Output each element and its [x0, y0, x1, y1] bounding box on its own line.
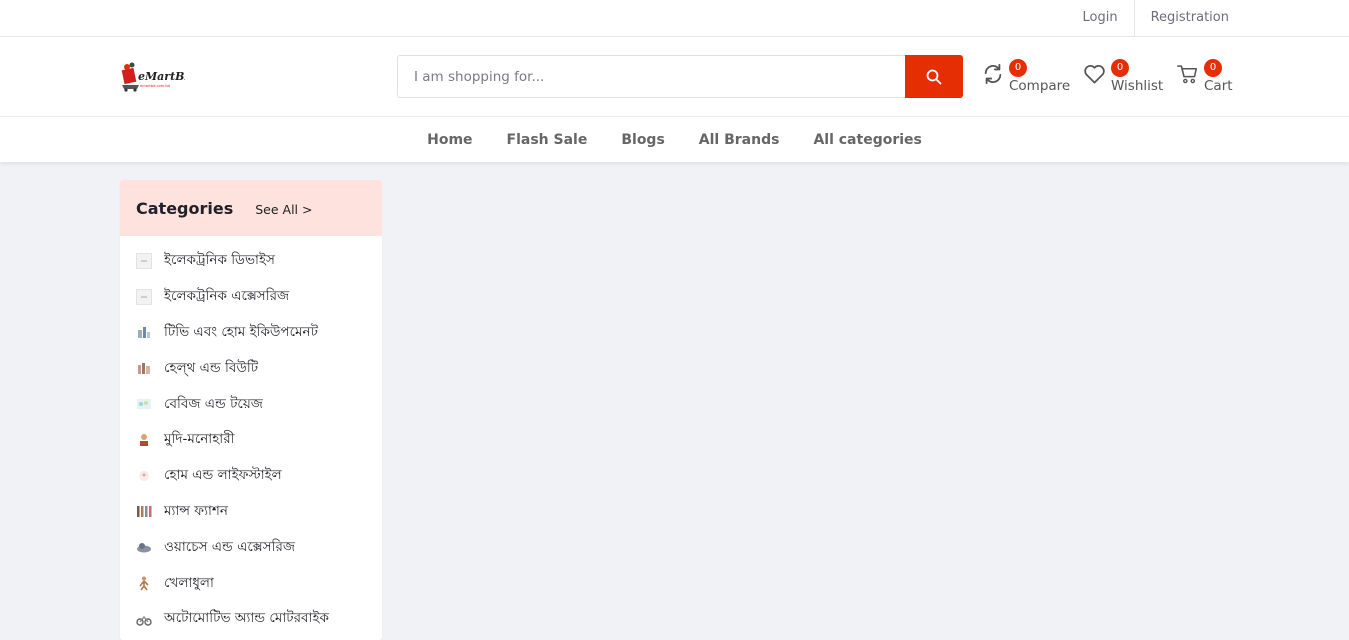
wishlist-button[interactable]: 0 Wishlist: [1083, 59, 1164, 99]
nav-item-all-categories[interactable]: All categories: [813, 132, 921, 148]
search-input[interactable]: [397, 55, 905, 98]
category-item[interactable]: হোম এন্ড লাইফস্টাইল: [120, 458, 382, 494]
categories-header: Categories See All >: [120, 180, 382, 236]
category-label: খেলাধুলা: [164, 574, 214, 591]
main-nav: Home Flash Sale Blogs All Brands All cat…: [0, 117, 1349, 162]
category-item[interactable]: ইলেকট্রনিক এক্সেসরিজ: [120, 279, 382, 315]
account-links: Login Registration: [1067, 0, 1229, 36]
registration-link[interactable]: Registration: [1135, 0, 1229, 36]
category-thumbnail: [137, 506, 152, 518]
category-label: ইলেকট্রনিক ডিভাইস: [164, 252, 275, 269]
category-item[interactable]: ওয়াচেস এন্ড এক্সেসরিজ: [120, 529, 382, 565]
refresh-icon: [984, 63, 1002, 85]
category-item[interactable]: টিভি এবং হোম ইকিউপমেনট: [120, 315, 382, 351]
cart-icon: [1177, 65, 1198, 84]
category-item[interactable]: খেলাধুলা: [120, 565, 382, 601]
search-bar: [397, 55, 963, 98]
top-bar: Login Registration: [0, 0, 1349, 37]
category-label: ম্যান্স ফ্যাশন: [164, 502, 228, 519]
category-label: মুদি-মনোহারী: [164, 431, 235, 448]
category-thumbnail: [137, 399, 151, 410]
category-thumbnail: [137, 543, 151, 553]
wishlist-label: Wishlist: [1111, 78, 1164, 94]
login-link[interactable]: Login: [1067, 0, 1135, 36]
category-thumbnail: [136, 252, 152, 269]
heart-icon: [1084, 65, 1105, 84]
category-thumbnail: [140, 433, 148, 446]
category-item[interactable]: হেল্থ এন্ড বিউটি: [120, 350, 382, 386]
nav-item-home[interactable]: Home: [427, 132, 472, 148]
compare-button[interactable]: 0 Compare: [982, 59, 1071, 99]
category-label: অটোমোটিভ অ্যান্ড মোটরবাইক: [164, 610, 329, 627]
see-all-link[interactable]: See All >: [255, 202, 312, 217]
svg-text:eMartBD: eMartBD: [138, 70, 185, 83]
header: eMartBD emartbd.com.bd 0 Compare 0 Wishl…: [0, 37, 1349, 117]
category-item[interactable]: অটোমোটিভ অ্যান্ড মোটরবাইক: [120, 601, 382, 637]
category-label: ওয়াচেস এন্ড এক্সেসরিজ: [164, 538, 295, 555]
category-list: ইলেকট্রনিক ডিভাইস ইলেকট্রনিক এক্সেসরিজ ট…: [120, 236, 382, 637]
category-item[interactable]: মুদি-মনোহারী: [120, 422, 382, 458]
category-label: টিভি এবং হোম ইকিউপমেনট: [164, 323, 318, 340]
categories-panel: Categories See All > ইলেকট্রনিক ডিভাইস ই…: [120, 180, 382, 640]
search-icon: [926, 69, 942, 84]
category-label: হেল্থ এন্ড বিউটি: [164, 359, 259, 376]
wishlist-count-badge: 0: [1111, 59, 1129, 77]
category-item[interactable]: বেবিজ এন্ড টয়েজ: [120, 386, 382, 422]
cart-count-badge: 0: [1204, 59, 1222, 77]
category-label: ইলেকট্রনিক এক্সেসরিজ: [164, 288, 290, 305]
category-item[interactable]: ম্যান্স ফ্যাশন: [120, 494, 382, 530]
compare-count-badge: 0: [1009, 59, 1027, 77]
category-item[interactable]: ইলেকট্রনিক ডিভাইস: [120, 243, 382, 279]
category-thumbnail: [138, 327, 150, 339]
category-thumbnail: [136, 288, 152, 305]
cart-label: Cart: [1204, 78, 1233, 94]
category-thumbnail: [139, 576, 149, 591]
category-thumbnail: [136, 615, 152, 626]
category-thumbnail: [139, 470, 149, 481]
nav-item-blogs[interactable]: Blogs: [621, 132, 664, 148]
svg-text:emartbd.com.bd: emartbd.com.bd: [140, 84, 170, 88]
category-label: বেবিজ এন্ড টয়েজ: [164, 395, 263, 412]
compare-label: Compare: [1009, 78, 1071, 94]
categories-title: Categories: [136, 198, 234, 218]
search-button[interactable]: [905, 55, 963, 98]
nav-item-flash-sale[interactable]: Flash Sale: [507, 132, 588, 148]
category-label: হোম এন্ড লাইফস্টাইল: [164, 467, 282, 484]
category-thumbnail: [138, 363, 150, 375]
site-logo[interactable]: eMartBD emartbd.com.bd: [121, 61, 194, 93]
nav-item-all-brands[interactable]: All Brands: [699, 132, 780, 148]
cart-button[interactable]: 0 Cart: [1177, 59, 1233, 99]
